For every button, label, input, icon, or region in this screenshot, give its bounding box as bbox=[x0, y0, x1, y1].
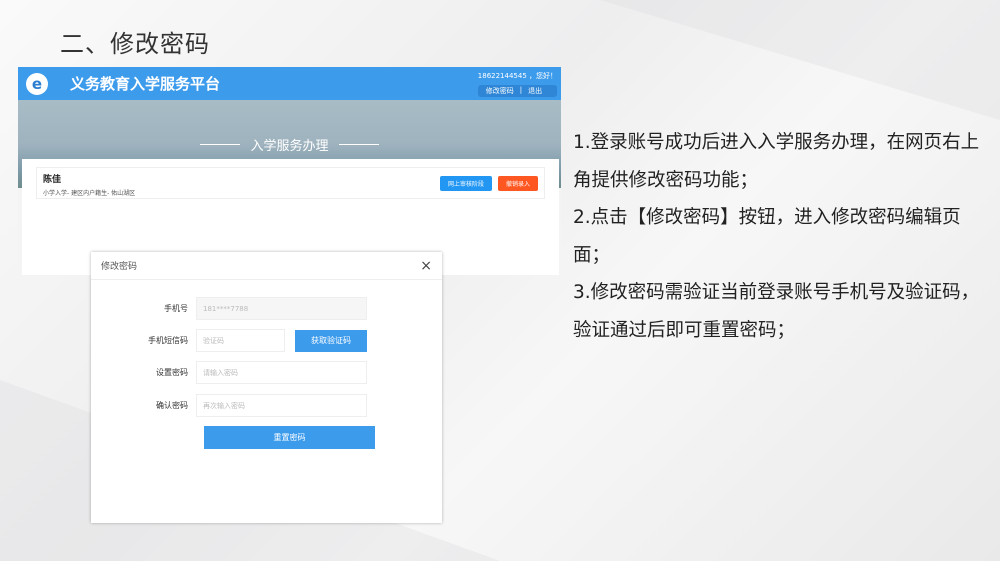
sms-code-label: 手机短信码 bbox=[148, 336, 188, 345]
phone-field: 181****7788 bbox=[196, 297, 367, 320]
user-greeting: 18622144545 ，您好！ bbox=[477, 72, 557, 80]
logout-link[interactable]: 退出 bbox=[528, 86, 542, 96]
step-2: 2.点击【修改密码】按钮，进入修改密码编辑页面； bbox=[573, 207, 961, 266]
new-password-input[interactable]: 请输入密码 bbox=[196, 361, 367, 384]
separator: | bbox=[519, 86, 523, 94]
confirm-password-input[interactable]: 再次输入密码 bbox=[196, 394, 367, 417]
review-stage-button[interactable]: 网上审核阶段 bbox=[440, 176, 492, 191]
close-icon[interactable]: × bbox=[420, 258, 432, 274]
modal-title: 修改密码 bbox=[101, 262, 138, 272]
banner-title: 入学服务办理 bbox=[200, 135, 378, 154]
new-password-label: 设置密码 bbox=[156, 368, 188, 377]
app-header: e 义务教育入学服务平台 18622144545 ，您好！ 修改密码 | 退出 bbox=[18, 67, 561, 100]
instructions: 1.登录账号成功后进入入学服务办理，在网页右上角提供修改密码功能； 2.点击【修… bbox=[573, 124, 993, 349]
phone-label: 手机号 bbox=[164, 304, 188, 313]
record-row: 陈佳 小学入学- 建区内户籍生- 佑山湖区 网上审核阶段 撤销录入 bbox=[36, 167, 545, 199]
logo-icon: e bbox=[26, 72, 48, 95]
confirm-password-label: 确认密码 bbox=[156, 401, 188, 410]
step-1: 1.登录账号成功后进入入学服务办理，在网页右上角提供修改密码功能； bbox=[573, 132, 980, 191]
get-code-button[interactable]: 获取验证码 bbox=[295, 329, 367, 352]
change-password-modal: 修改密码 × 手机号 181****7788 手机短信码 验证码 获取验证码 设… bbox=[91, 252, 442, 523]
sms-code-input[interactable]: 验证码 bbox=[196, 329, 285, 352]
background-shape bbox=[600, 0, 1000, 120]
change-password-link[interactable]: 修改密码 bbox=[486, 86, 514, 96]
slide-title: 二、修改密码 bbox=[60, 30, 210, 58]
user-area: 18622144545 ，您好！ 修改密码 | 退出 bbox=[477, 71, 557, 97]
step-3: 3.修改密码需验证当前登录账号手机号及验证码，验证通过后即可重置密码； bbox=[573, 282, 980, 341]
app-brand: 义务教育入学服务平台 bbox=[70, 75, 221, 93]
revoke-button[interactable]: 撤销录入 bbox=[498, 176, 538, 191]
reset-password-button[interactable]: 重置密码 bbox=[204, 426, 375, 449]
app-screenshot: e 义务教育入学服务平台 18622144545 ，您好！ 修改密码 | 退出 … bbox=[18, 67, 561, 275]
